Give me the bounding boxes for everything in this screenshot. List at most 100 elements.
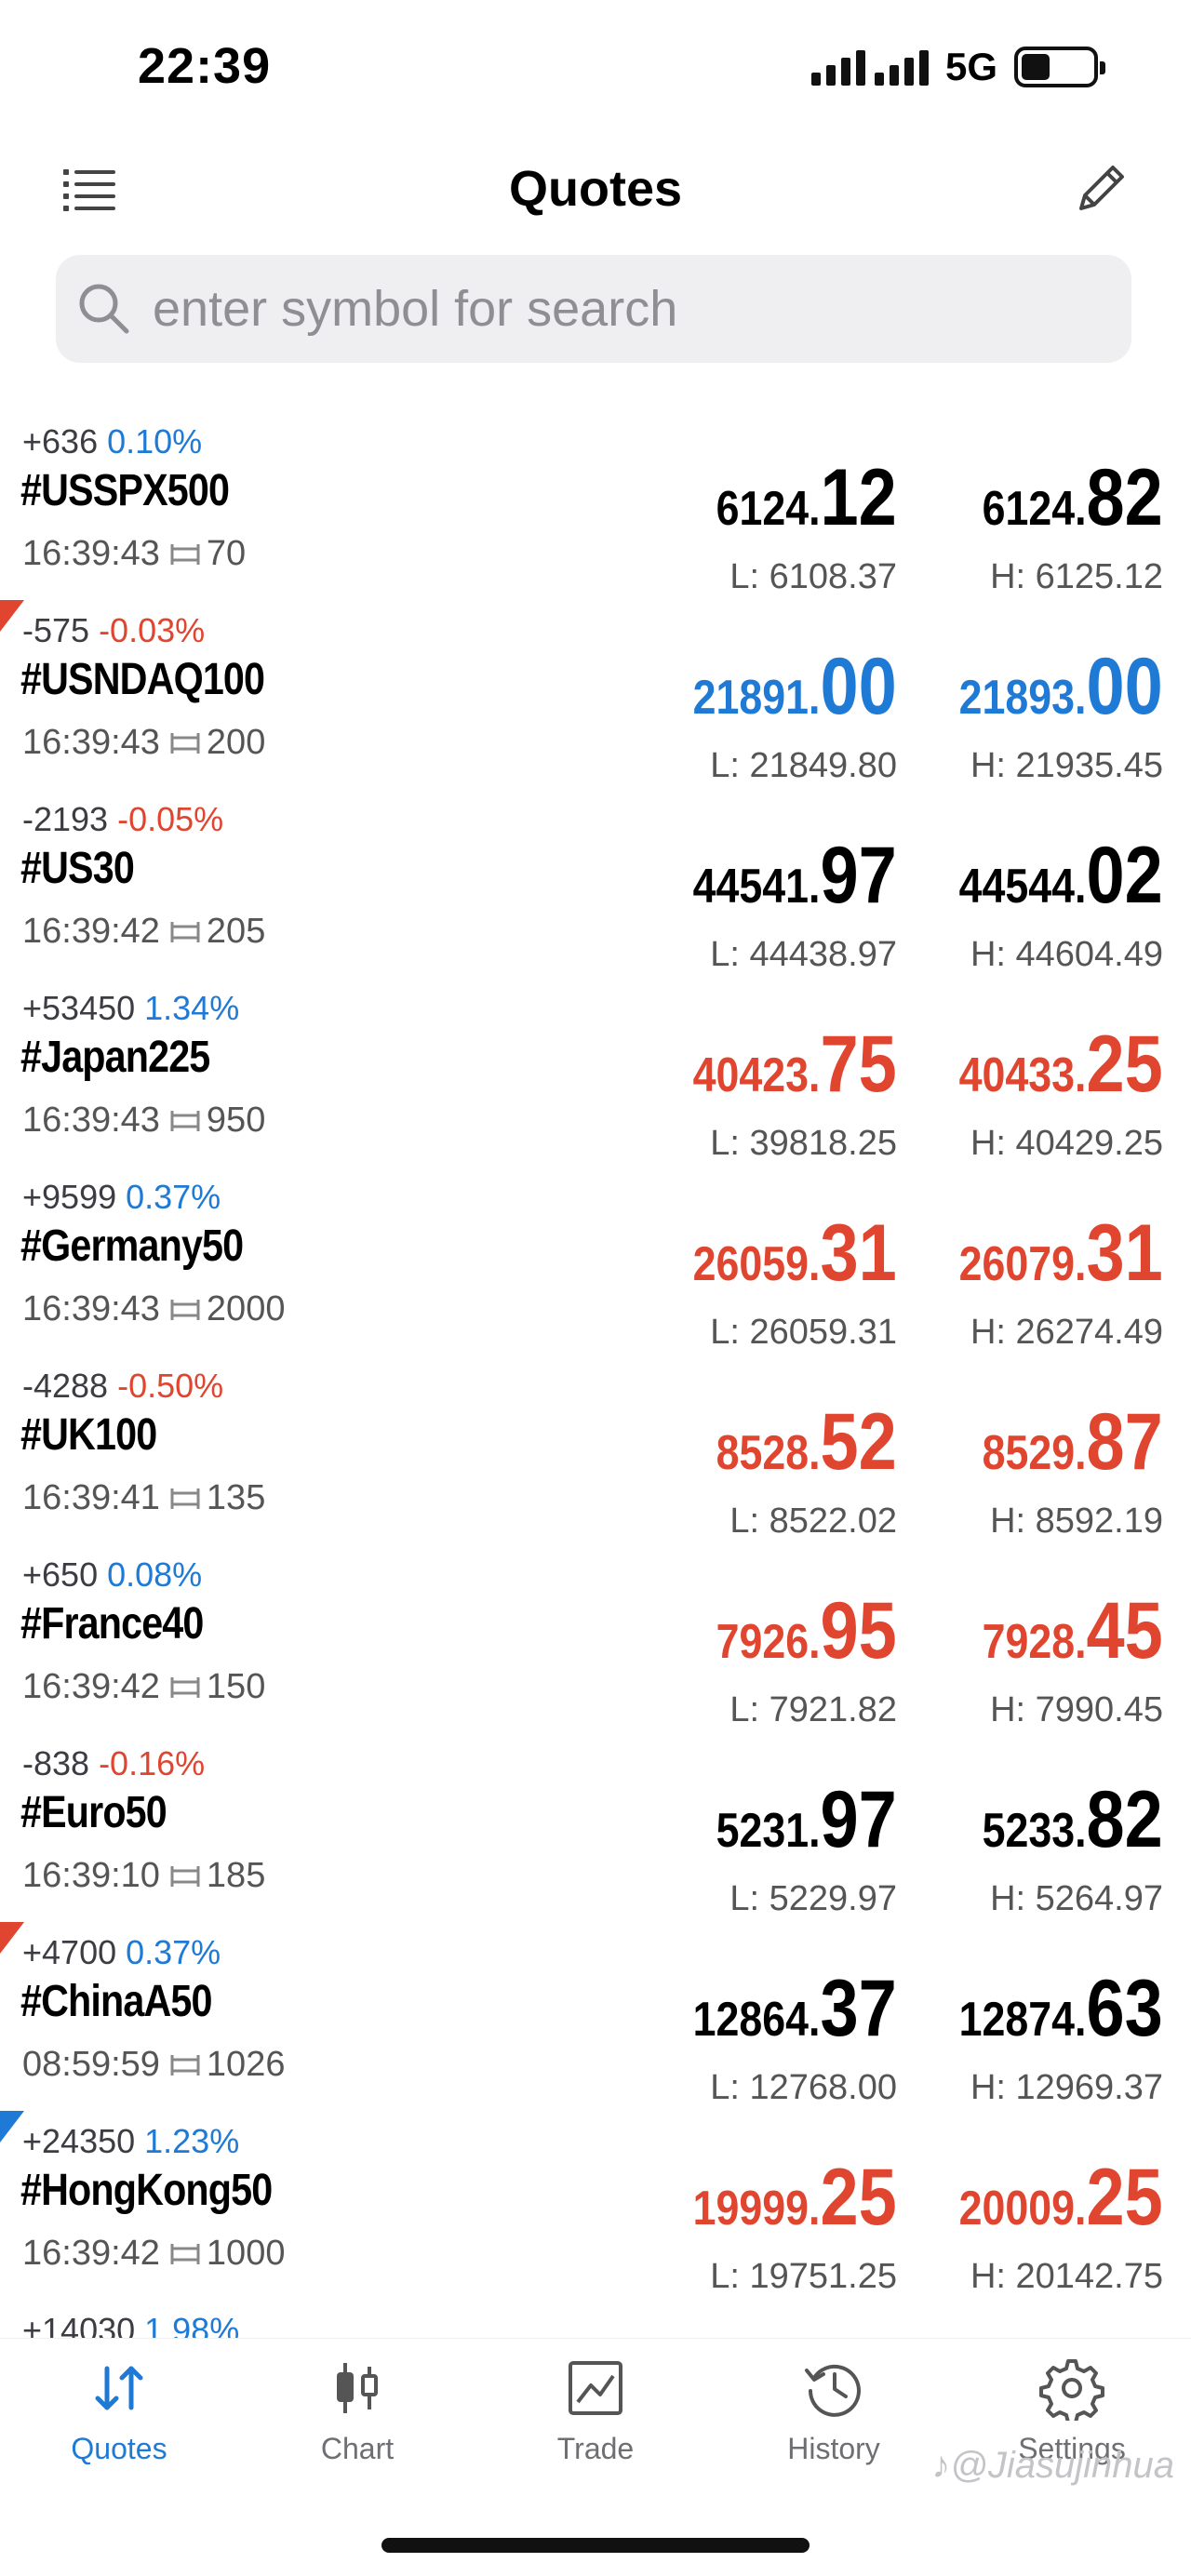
quote-row[interactable]: +9599 0.37% #Germany50 16:39:43 2000 2605…	[0, 1172, 1191, 1361]
tab-trade[interactable]: Trade	[476, 2339, 715, 2487]
ask-price: 12874. 63	[958, 1969, 1163, 2049]
tab-chart[interactable]: Chart	[238, 2339, 476, 2487]
change-points: -575	[22, 611, 90, 649]
watermark: ♪@Jiasujinhua	[931, 2445, 1174, 2486]
spread-value: 1026	[206, 2045, 286, 2084]
search-bar[interactable]	[56, 255, 1131, 363]
change-flag-icon	[0, 600, 24, 632]
spread-value: 205	[206, 912, 266, 951]
quote-row[interactable]: +650 0.08% #France40 16:39:42 150 7926. 95…	[0, 1550, 1191, 1739]
ask-block: 7928. 45 H: 7990.45	[953, 1591, 1163, 1730]
change-percent: 0.08%	[107, 1555, 203, 1594]
daily-change: +53450 1.34%	[22, 989, 239, 1028]
quote-row-partial[interactable]: +14030 1.98%	[0, 2305, 1191, 2338]
spread-value: 135	[206, 1478, 266, 1517]
network-label: 5G	[944, 45, 997, 88]
ask-price: 7928. 45	[983, 1591, 1163, 1671]
battery-icon	[1014, 47, 1105, 87]
bid-price: 6124. 12	[716, 453, 897, 542]
day-high: H: 26274.49	[970, 1313, 1163, 1352]
spread-icon	[170, 1865, 200, 1887]
candlestick-icon	[337, 2363, 378, 2413]
quotes-list[interactable]: +636 0.10% #USSPX500 16:39:43 70 6124. 12 …	[0, 417, 1191, 2338]
change-percent: -0.03%	[99, 611, 206, 649]
tab-quotes[interactable]: Quotes	[0, 2339, 238, 2487]
ask-block: 44544. 02 H: 44604.49	[926, 831, 1163, 975]
quote-meta: 16:39:42 205	[22, 912, 265, 952]
quote-row[interactable]: -4288 -0.50% #UK100 16:39:41 135 8528. 52 …	[0, 1361, 1191, 1550]
home-indicator[interactable]	[381, 2538, 810, 2553]
symbol-name: #Euro50	[20, 1788, 167, 1837]
day-high: H: 44604.49	[970, 935, 1163, 974]
bid-price: 26059. 31	[692, 1213, 897, 1293]
symbol-name: #Germany50	[20, 1221, 244, 1271]
quote-row[interactable]: -575 -0.03% #USNDAQ100 16:39:43 200 21891…	[0, 600, 1191, 794]
bid-price-pips: 25	[820, 2153, 897, 2242]
quote-row[interactable]: +4700 0.37% #ChinaA50 08:59:59 1026 12864…	[0, 1922, 1191, 2116]
day-high: H: 21935.45	[970, 746, 1163, 785]
ask-price-pips: 87	[1086, 1397, 1163, 1487]
quote-row[interactable]: +53450 1.34% #Japan225 16:39:43 950 40423…	[0, 983, 1191, 1172]
ask-price-pips: 02	[1086, 831, 1163, 920]
ask-block: 8529. 87 H: 8592.19	[953, 1397, 1163, 1542]
search-input[interactable]	[153, 255, 1131, 363]
page-title: Quotes	[508, 161, 683, 217]
change-flag-icon	[0, 2111, 24, 2142]
edit-pencil-icon[interactable]	[1074, 162, 1128, 216]
tab-history[interactable]: History	[715, 2339, 953, 2487]
change-points: +14030	[22, 2311, 136, 2338]
ask-price: 5233. 82	[983, 1780, 1163, 1860]
change-points: +24350	[22, 2122, 136, 2160]
ask-price-pips: 25	[1086, 2153, 1163, 2242]
change-points: -4288	[22, 1367, 109, 1405]
bid-price-pips: 95	[820, 1586, 897, 1675]
bid-price-pips: 12	[820, 453, 897, 542]
symbol-name: #HongKong50	[20, 2166, 273, 2215]
bid-price-pips: 52	[820, 1397, 897, 1487]
day-low: L: 19751.25	[710, 2257, 897, 2296]
quote-row[interactable]: -838 -0.16% #Euro50 16:39:10 185 5231. 97 …	[0, 1739, 1191, 1928]
symbol-name: #France40	[20, 1599, 204, 1648]
ask-price-main: 40433.	[958, 1048, 1087, 1102]
bid-price-pips: 97	[820, 831, 897, 920]
tab-label: Trade	[556, 2432, 635, 2465]
quote-row[interactable]: +24350 1.23% #HongKong50 16:39:42 1000 19…	[0, 2111, 1191, 2305]
symbol-name: #UK100	[20, 1410, 157, 1460]
quote-meta: 16:39:10 185	[22, 1856, 265, 1896]
bid-price-main: 6124.	[716, 482, 821, 536]
quote-meta: 16:39:41 135	[22, 1478, 265, 1518]
day-low: L: 6108.37	[729, 557, 897, 596]
spread-value: 150	[206, 1667, 266, 1706]
quote-time: 08:59:59	[22, 2045, 160, 2084]
day-high: H: 12969.37	[970, 2068, 1163, 2107]
spread-value: 200	[206, 723, 266, 762]
bid-block: 26059. 31 L: 26059.31	[660, 1213, 897, 1353]
ask-price-main: 20009.	[958, 2182, 1087, 2236]
day-high: H: 40429.25	[970, 1124, 1163, 1163]
symbol-name: #ChinaA50	[20, 1977, 212, 2026]
ask-price-main: 12874.	[958, 1993, 1087, 2047]
day-low: L: 26059.31	[710, 1313, 897, 1352]
status-bar: 22:39 5G	[0, 0, 1191, 140]
quote-row[interactable]: +636 0.10% #USSPX500 16:39:43 70 6124. 12 …	[0, 417, 1191, 606]
bid-price: 19999. 25	[693, 2153, 897, 2242]
bid-price-main: 26059.	[692, 1237, 821, 1291]
spread-icon	[170, 1676, 200, 1698]
quote-row[interactable]: -2193 -0.05% #US30 16:39:42 205 44541. 97 …	[0, 794, 1191, 983]
daily-change: -838 -0.16%	[22, 1744, 205, 1783]
change-points: +9599	[22, 1178, 117, 1216]
day-low: L: 12768.00	[710, 2068, 897, 2107]
quote-meta: 08:59:59 1026	[22, 2045, 285, 2085]
bid-block: 21891. 00 L: 21849.80	[660, 647, 897, 786]
trade-chart-icon	[569, 2361, 622, 2415]
change-percent: 0.37%	[126, 1178, 221, 1216]
bid-price-main: 7926.	[716, 1615, 821, 1669]
symbol-name: #Japan225	[20, 1033, 210, 1082]
ask-price-pips: 25	[1086, 1020, 1163, 1109]
bid-price: 5231. 97	[716, 1780, 897, 1860]
daily-change: -4288 -0.50%	[22, 1367, 223, 1406]
spread-icon	[170, 543, 200, 565]
spread-icon	[170, 2243, 200, 2264]
ask-price: 40433. 25	[958, 1020, 1163, 1109]
quote-time: 16:39:10	[22, 1856, 160, 1895]
